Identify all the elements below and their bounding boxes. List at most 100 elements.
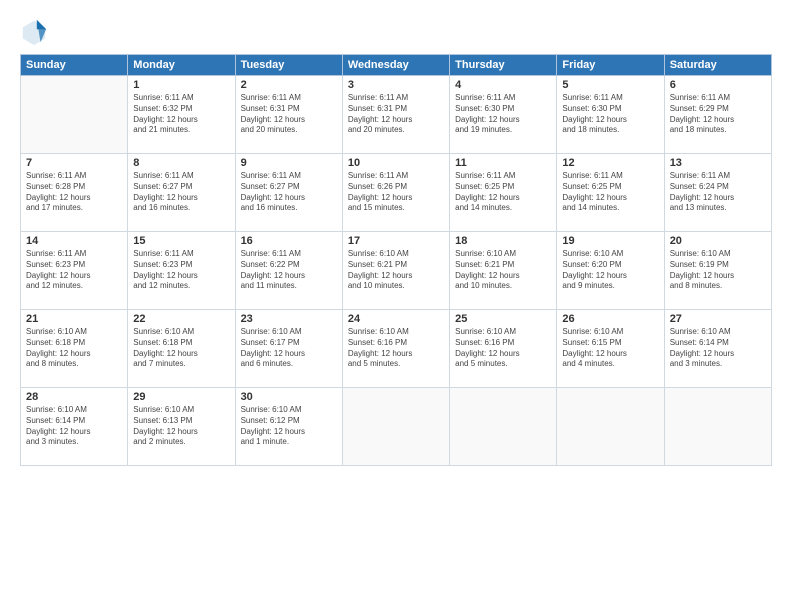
day-number: 4 <box>455 79 551 91</box>
day-info: Sunrise: 6:11 AMSunset: 6:26 PMDaylight:… <box>348 171 444 214</box>
calendar-cell: 2 Sunrise: 6:11 AMSunset: 6:31 PMDaylight… <box>235 76 342 154</box>
day-info: Sunrise: 6:11 AMSunset: 6:30 PMDaylight:… <box>562 93 658 136</box>
calendar-cell: 23 Sunrise: 6:10 AMSunset: 6:17 PMDayligh… <box>235 310 342 388</box>
day-number: 11 <box>455 157 551 169</box>
day-number: 1 <box>133 79 229 91</box>
calendar-cell: 27 Sunrise: 6:10 AMSunset: 6:14 PMDayligh… <box>664 310 771 388</box>
calendar-cell: 22Sunrise: 6:10 AMSunset: 6:18 PMDayligh… <box>128 310 235 388</box>
calendar-cell: 20Sunrise: 6:10 AMSunset: 6:19 PMDayligh… <box>664 232 771 310</box>
day-info: Sunrise: 6:11 AMSunset: 6:23 PMDaylight:… <box>133 249 229 292</box>
day-number: 6 <box>670 79 766 91</box>
calendar-cell: 5 Sunrise: 6:11 AMSunset: 6:30 PMDaylight… <box>557 76 664 154</box>
calendar-cell: 9 Sunrise: 6:11 AMSunset: 6:27 PMDaylight… <box>235 154 342 232</box>
day-number: 7 <box>26 157 122 169</box>
day-info: Sunrise: 6:10 AMSunset: 6:18 PMDaylight:… <box>26 327 122 370</box>
weekday-header-wednesday: Wednesday <box>342 55 449 76</box>
day-number: 22 <box>133 313 229 325</box>
day-info: Sunrise: 6:11 AMSunset: 6:28 PMDaylight:… <box>26 171 122 214</box>
day-info: Sunrise: 6:11 AMSunset: 6:31 PMDaylight:… <box>348 93 444 136</box>
week-row-2: 7 Sunrise: 6:11 AMSunset: 6:28 PMDaylight… <box>21 154 772 232</box>
day-number: 5 <box>562 79 658 91</box>
calendar-cell: 28Sunrise: 6:10 AMSunset: 6:14 PMDayligh… <box>21 388 128 466</box>
calendar-cell <box>450 388 557 466</box>
calendar-cell: 12 Sunrise: 6:11 AMSunset: 6:25 PMDayligh… <box>557 154 664 232</box>
day-info: Sunrise: 6:11 AMSunset: 6:27 PMDaylight:… <box>241 171 337 214</box>
calendar-cell: 17 Sunrise: 6:10 AMSunset: 6:21 PMDayligh… <box>342 232 449 310</box>
weekday-header-friday: Friday <box>557 55 664 76</box>
day-number: 12 <box>562 157 658 169</box>
logo <box>20 18 52 46</box>
day-number: 20 <box>670 235 766 247</box>
calendar-cell: 14 Sunrise: 6:11 AMSunset: 6:23 PMDayligh… <box>21 232 128 310</box>
day-number: 13 <box>670 157 766 169</box>
day-number: 23 <box>241 313 337 325</box>
calendar-cell: 8 Sunrise: 6:11 AMSunset: 6:27 PMDaylight… <box>128 154 235 232</box>
day-info: Sunrise: 6:10 AMSunset: 6:16 PMDaylight:… <box>455 327 551 370</box>
weekday-header-thursday: Thursday <box>450 55 557 76</box>
calendar-cell: 7 Sunrise: 6:11 AMSunset: 6:28 PMDaylight… <box>21 154 128 232</box>
day-info: Sunrise: 6:10 AMSunset: 6:12 PMDaylight:… <box>241 405 337 448</box>
day-number: 14 <box>26 235 122 247</box>
day-info: Sunrise: 6:10 AMSunset: 6:14 PMDaylight:… <box>26 405 122 448</box>
weekday-header-sunday: Sunday <box>21 55 128 76</box>
day-info: Sunrise: 6:10 AMSunset: 6:15 PMDaylight:… <box>562 327 658 370</box>
day-info: Sunrise: 6:10 AMSunset: 6:14 PMDaylight:… <box>670 327 766 370</box>
calendar-cell: 19Sunrise: 6:10 AMSunset: 6:20 PMDayligh… <box>557 232 664 310</box>
logo-icon <box>20 18 48 46</box>
day-info: Sunrise: 6:10 AMSunset: 6:13 PMDaylight:… <box>133 405 229 448</box>
day-number: 15 <box>133 235 229 247</box>
weekday-header-row: SundayMondayTuesdayWednesdayThursdayFrid… <box>21 55 772 76</box>
day-info: Sunrise: 6:11 AMSunset: 6:25 PMDaylight:… <box>455 171 551 214</box>
calendar-table: SundayMondayTuesdayWednesdayThursdayFrid… <box>20 54 772 466</box>
calendar-cell: 13 Sunrise: 6:11 AMSunset: 6:24 PMDayligh… <box>664 154 771 232</box>
day-number: 27 <box>670 313 766 325</box>
calendar-cell: 6Sunrise: 6:11 AMSunset: 6:29 PMDaylight… <box>664 76 771 154</box>
calendar-cell: 16 Sunrise: 6:11 AMSunset: 6:22 PMDayligh… <box>235 232 342 310</box>
calendar-cell <box>664 388 771 466</box>
day-number: 29 <box>133 391 229 403</box>
day-number: 18 <box>455 235 551 247</box>
calendar-cell: 25 Sunrise: 6:10 AMSunset: 6:16 PMDayligh… <box>450 310 557 388</box>
day-info: Sunrise: 6:11 AMSunset: 6:32 PMDaylight:… <box>133 93 229 136</box>
day-info: Sunrise: 6:11 AMSunset: 6:22 PMDaylight:… <box>241 249 337 292</box>
calendar-cell: 10 Sunrise: 6:11 AMSunset: 6:26 PMDayligh… <box>342 154 449 232</box>
week-row-5: 28Sunrise: 6:10 AMSunset: 6:14 PMDayligh… <box>21 388 772 466</box>
day-info: Sunrise: 6:10 AMSunset: 6:21 PMDaylight:… <box>348 249 444 292</box>
calendar-cell: 29 Sunrise: 6:10 AMSunset: 6:13 PMDayligh… <box>128 388 235 466</box>
day-info: Sunrise: 6:11 AMSunset: 6:25 PMDaylight:… <box>562 171 658 214</box>
day-info: Sunrise: 6:11 AMSunset: 6:23 PMDaylight:… <box>26 249 122 292</box>
day-number: 9 <box>241 157 337 169</box>
day-number: 16 <box>241 235 337 247</box>
day-info: Sunrise: 6:10 AMSunset: 6:17 PMDaylight:… <box>241 327 337 370</box>
calendar-cell: 21 Sunrise: 6:10 AMSunset: 6:18 PMDayligh… <box>21 310 128 388</box>
day-info: Sunrise: 6:10 AMSunset: 6:20 PMDaylight:… <box>562 249 658 292</box>
day-info: Sunrise: 6:11 AMSunset: 6:27 PMDaylight:… <box>133 171 229 214</box>
day-number: 25 <box>455 313 551 325</box>
day-number: 17 <box>348 235 444 247</box>
calendar-cell <box>342 388 449 466</box>
day-number: 3 <box>348 79 444 91</box>
day-info: Sunrise: 6:10 AMSunset: 6:21 PMDaylight:… <box>455 249 551 292</box>
calendar-cell: 11 Sunrise: 6:11 AMSunset: 6:25 PMDayligh… <box>450 154 557 232</box>
calendar-cell: 1 Sunrise: 6:11 AMSunset: 6:32 PMDaylight… <box>128 76 235 154</box>
calendar-cell: 30Sunrise: 6:10 AMSunset: 6:12 PMDayligh… <box>235 388 342 466</box>
calendar-cell: 24Sunrise: 6:10 AMSunset: 6:16 PMDayligh… <box>342 310 449 388</box>
weekday-header-monday: Monday <box>128 55 235 76</box>
day-info: Sunrise: 6:11 AMSunset: 6:24 PMDaylight:… <box>670 171 766 214</box>
day-info: Sunrise: 6:11 AMSunset: 6:31 PMDaylight:… <box>241 93 337 136</box>
day-number: 26 <box>562 313 658 325</box>
week-row-4: 21 Sunrise: 6:10 AMSunset: 6:18 PMDayligh… <box>21 310 772 388</box>
calendar-cell <box>21 76 128 154</box>
calendar-cell: 3 Sunrise: 6:11 AMSunset: 6:31 PMDaylight… <box>342 76 449 154</box>
weekday-header-saturday: Saturday <box>664 55 771 76</box>
day-number: 10 <box>348 157 444 169</box>
week-row-1: 1 Sunrise: 6:11 AMSunset: 6:32 PMDaylight… <box>21 76 772 154</box>
calendar-cell <box>557 388 664 466</box>
day-number: 8 <box>133 157 229 169</box>
day-number: 2 <box>241 79 337 91</box>
calendar-cell: 18 Sunrise: 6:10 AMSunset: 6:21 PMDayligh… <box>450 232 557 310</box>
day-info: Sunrise: 6:10 AMSunset: 6:16 PMDaylight:… <box>348 327 444 370</box>
calendar-cell: 4Sunrise: 6:11 AMSunset: 6:30 PMDaylight… <box>450 76 557 154</box>
day-number: 21 <box>26 313 122 325</box>
calendar-cell: 26 Sunrise: 6:10 AMSunset: 6:15 PMDayligh… <box>557 310 664 388</box>
